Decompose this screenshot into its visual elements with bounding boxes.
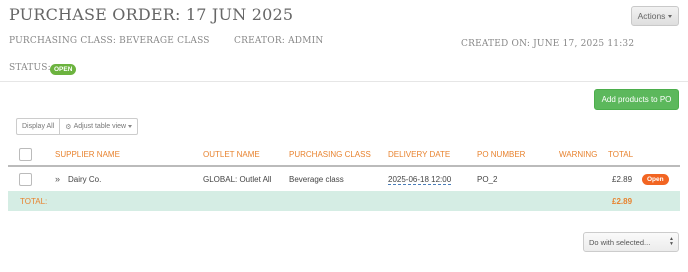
column-header-outlet-name[interactable]: OUTLET NAME [203, 150, 260, 159]
display-all-button[interactable]: Display All [17, 119, 59, 134]
table-view-controls: Display All ⚙ Adjust table view [16, 118, 139, 135]
row-delivery-date[interactable]: 2025-06-18 12:00 [388, 175, 452, 185]
creator-info: CREATOR: ADMIN [234, 36, 324, 46]
row-total: £2.89 [612, 175, 633, 184]
column-header-delivery-date[interactable]: DELIVERY DATE [388, 150, 450, 159]
gear-icon: ⚙ [65, 123, 72, 131]
totals-label: TOTAL: [20, 197, 48, 206]
row-supplier-name: Dairy Co. [68, 175, 102, 184]
totals-row: TOTAL: £2.89 [8, 191, 680, 211]
row-status-badge: Open [642, 174, 669, 185]
page-title: PURCHASE ORDER: 17 JUN 2025 [9, 5, 294, 24]
caret-down-icon [668, 14, 673, 18]
created-on-info: CREATED ON: JUNE 17, 2025 11:32 [461, 39, 635, 49]
column-header-po-number[interactable]: PO NUMBER [477, 150, 525, 159]
row-select-checkbox[interactable] [19, 173, 32, 186]
bulk-action-select[interactable]: Do with selected... ▲ ▼ [583, 232, 679, 252]
adjust-table-view-label: Adjust table view [73, 123, 127, 130]
delivery-date-link[interactable]: 2025-06-18 12:00 [388, 175, 452, 185]
column-header-warning[interactable]: WARNING [559, 150, 597, 159]
row-outlet-name: GLOBAL: Outlet All [203, 175, 272, 184]
caret-down-icon [128, 125, 133, 128]
actions-button[interactable]: Actions [631, 6, 679, 26]
select-all-checkbox[interactable] [19, 148, 32, 161]
expand-chevron-icon[interactable]: » [55, 174, 60, 184]
row-purchasing-class: Beverage class [289, 175, 344, 184]
column-header-purchasing-class[interactable]: PURCHASING CLASS [289, 150, 371, 159]
add-products-button[interactable]: Add products to PO [594, 89, 679, 110]
column-header-total[interactable]: TOTAL [608, 150, 633, 159]
totals-amount: £2.89 [612, 197, 633, 206]
bulk-action-label: Do with selected... [589, 237, 651, 247]
adjust-table-view-button[interactable]: ⚙ Adjust table view [59, 119, 137, 134]
actions-label: Actions [637, 11, 666, 21]
row-po-number: PO_2 [477, 175, 498, 184]
header-divider [0, 81, 688, 82]
purchasing-class-info: PURCHASING CLASS: BEVERAGE CLASS [9, 36, 210, 46]
status-badge: OPEN [50, 64, 77, 75]
column-header-supplier-name[interactable]: SUPPLIER NAME [55, 150, 120, 159]
status-label: STATUS: [9, 63, 51, 73]
select-arrows-icon: ▲ ▼ [669, 236, 674, 247]
table-header-divider [8, 165, 680, 167]
